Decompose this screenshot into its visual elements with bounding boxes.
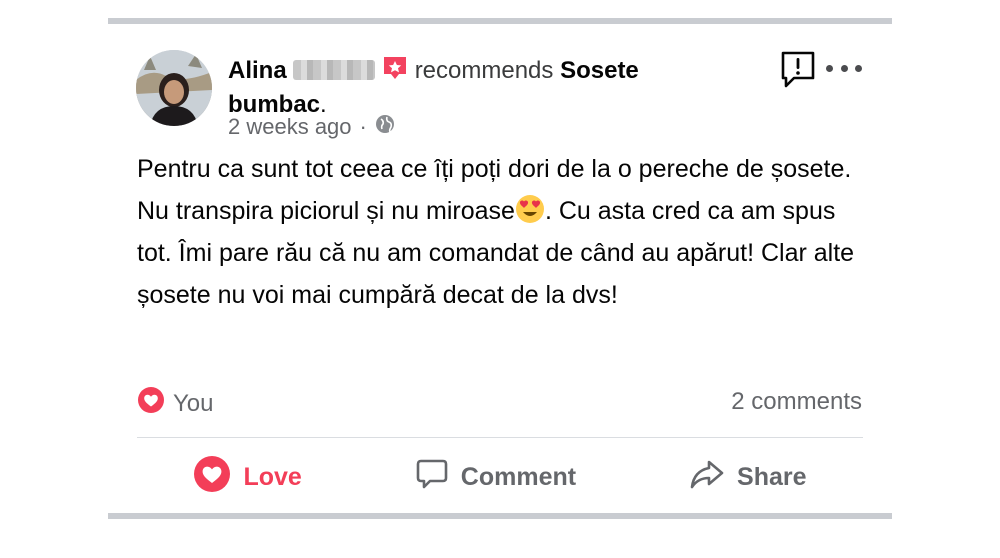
share-button-label: Share (737, 462, 807, 491)
comments-count[interactable]: 2 comments (731, 388, 862, 416)
actions-divider (137, 437, 863, 438)
share-icon (689, 457, 725, 498)
comment-button[interactable]: Comment (415, 457, 576, 498)
top-separator-bar (108, 18, 892, 24)
avatar[interactable] (136, 50, 212, 126)
reactions-summary[interactable]: You (137, 386, 214, 421)
post-body: Pentru ca sunt tot ceea ce îți poți dori… (137, 148, 857, 316)
recommends-text: recommends (414, 57, 554, 84)
comment-button-label: Comment (460, 462, 577, 491)
love-reaction-icon (137, 386, 165, 421)
globe-icon (375, 114, 395, 140)
avatar-photo (136, 50, 212, 126)
redacted-last-name (292, 60, 375, 80)
comment-icon (415, 457, 449, 498)
more-icon[interactable] (826, 58, 862, 78)
recommend-badge-icon (381, 54, 409, 90)
post-header: Alina recommends Sosete bumbac. (228, 54, 688, 120)
love-button[interactable]: Love (193, 455, 302, 500)
timestamp[interactable]: 2 weeks ago (228, 114, 352, 140)
meta-separator: · (359, 114, 367, 139)
author-name[interactable]: Alina (228, 57, 287, 84)
action-bar: Love Comment Share (137, 452, 863, 502)
love-button-label: Love (243, 462, 302, 491)
report-button[interactable] (780, 50, 816, 90)
post-meta: 2 weeks ago · (228, 114, 395, 140)
heart-eyes-emoji (515, 194, 545, 224)
share-button[interactable]: Share (689, 457, 807, 498)
love-button-icon (193, 455, 231, 500)
bottom-separator-bar (108, 513, 892, 519)
reactor-name: You (173, 389, 214, 417)
report-icon (781, 51, 815, 88)
